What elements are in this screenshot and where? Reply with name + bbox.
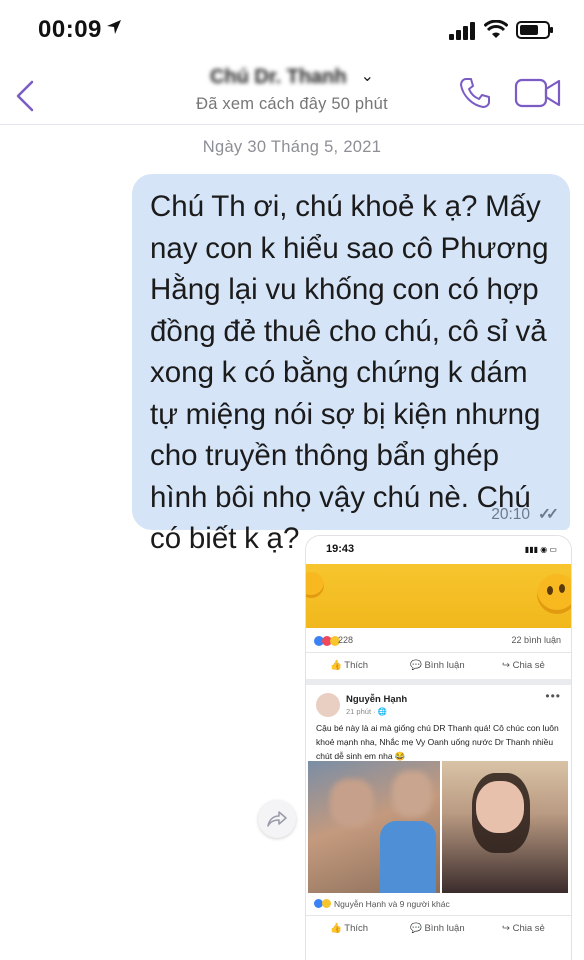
laughing-emoji-icon <box>306 572 324 598</box>
blurred-face <box>392 771 432 817</box>
reactions-row: 228 22 bình luận <box>306 628 571 652</box>
share-forward-button[interactable] <box>258 800 296 838</box>
share-forward-icon <box>267 811 287 827</box>
video-call-icon[interactable] <box>514 76 562 110</box>
post-reactions: Nguyễn Hạnh và 9 người khác <box>306 893 571 915</box>
post-header: Nguyễn Hạnh 21 phút · 🌐 ••• Cậu bé này l… <box>306 685 571 761</box>
message-text: Chú Th ơi, chú khoẻ k ạ? Mấy nay con k h… <box>150 190 549 555</box>
reaction-count: 228 <box>338 635 354 645</box>
battery-icon <box>516 21 553 39</box>
message-time: 20:10 <box>491 506 531 523</box>
contact-info[interactable]: Chú Dr. Thanh ⌄ Đã xem cách đây 50 phút <box>0 66 584 114</box>
post-text: Cậu bé này là ai mà giống chú DR Thanh q… <box>316 723 559 761</box>
avatar <box>316 693 340 717</box>
comment-action: 💬 Bình luận <box>410 923 465 934</box>
post-time: 21 phút · 🌐 <box>346 707 388 716</box>
wifi-icon <box>484 20 508 38</box>
chevron-down-icon[interactable]: ⌄ <box>361 66 374 86</box>
phone-icon[interactable] <box>458 76 492 110</box>
status-bar: 00:09 <box>0 0 584 62</box>
post-author: Nguyễn Hạnh <box>346 694 408 705</box>
message-meta: 20:10 ✓✓ <box>491 505 559 524</box>
share-action: ↪ Chia sẻ <box>502 923 545 934</box>
signal-icon <box>449 22 475 40</box>
screenshot-banner <box>306 564 571 628</box>
like-action: 👍 Thích <box>330 923 369 934</box>
photo-left <box>308 761 440 893</box>
post-photos <box>306 761 571 893</box>
date-divider: Ngày 30 Tháng 5, 2021 <box>202 138 382 156</box>
last-seen-text: Đã xem cách đây 50 phút <box>196 95 388 113</box>
screenshot-time: 19:43 <box>326 543 355 555</box>
like-action: 👍 Thích <box>330 660 369 671</box>
read-ticks-icon: ✓✓ <box>538 506 559 523</box>
message-bubble[interactable]: Chú Th ơi, chú khoẻ k ạ? Mấy nay con k h… <box>132 174 570 555</box>
more-icon: ••• <box>545 689 561 703</box>
comment-action: 💬 Bình luận <box>410 660 465 671</box>
laughing-emoji-icon <box>537 574 571 614</box>
post-actions-2: 👍 Thích 💬 Bình luận ↪ Chia sẻ <box>306 915 571 942</box>
location-arrow-icon <box>107 20 121 34</box>
comment-count: 22 bình luận <box>511 635 561 645</box>
post-actions: 👍 Thích 💬 Bình luận ↪ Chia sẻ <box>306 652 571 679</box>
contact-name[interactable]: Chú Dr. Thanh <box>210 66 347 89</box>
status-time: 00:09 <box>38 16 102 43</box>
photo-right <box>442 761 568 893</box>
chat-header: Chú Dr. Thanh ⌄ Đã xem cách đây 50 phút <box>0 62 584 125</box>
reaction-icons <box>314 635 340 646</box>
screenshot-status-icons: ▮▮▮ ◉ ▭ <box>524 545 557 554</box>
blurred-face <box>330 779 374 827</box>
share-action: ↪ Chia sẻ <box>502 660 545 671</box>
screenshot-status-bar: 19:43 ▮▮▮ ◉ ▭ <box>306 536 571 564</box>
shared-screenshot-image[interactable]: 19:43 ▮▮▮ ◉ ▭ 228 22 bình luận 👍 Thích 💬… <box>306 536 571 960</box>
